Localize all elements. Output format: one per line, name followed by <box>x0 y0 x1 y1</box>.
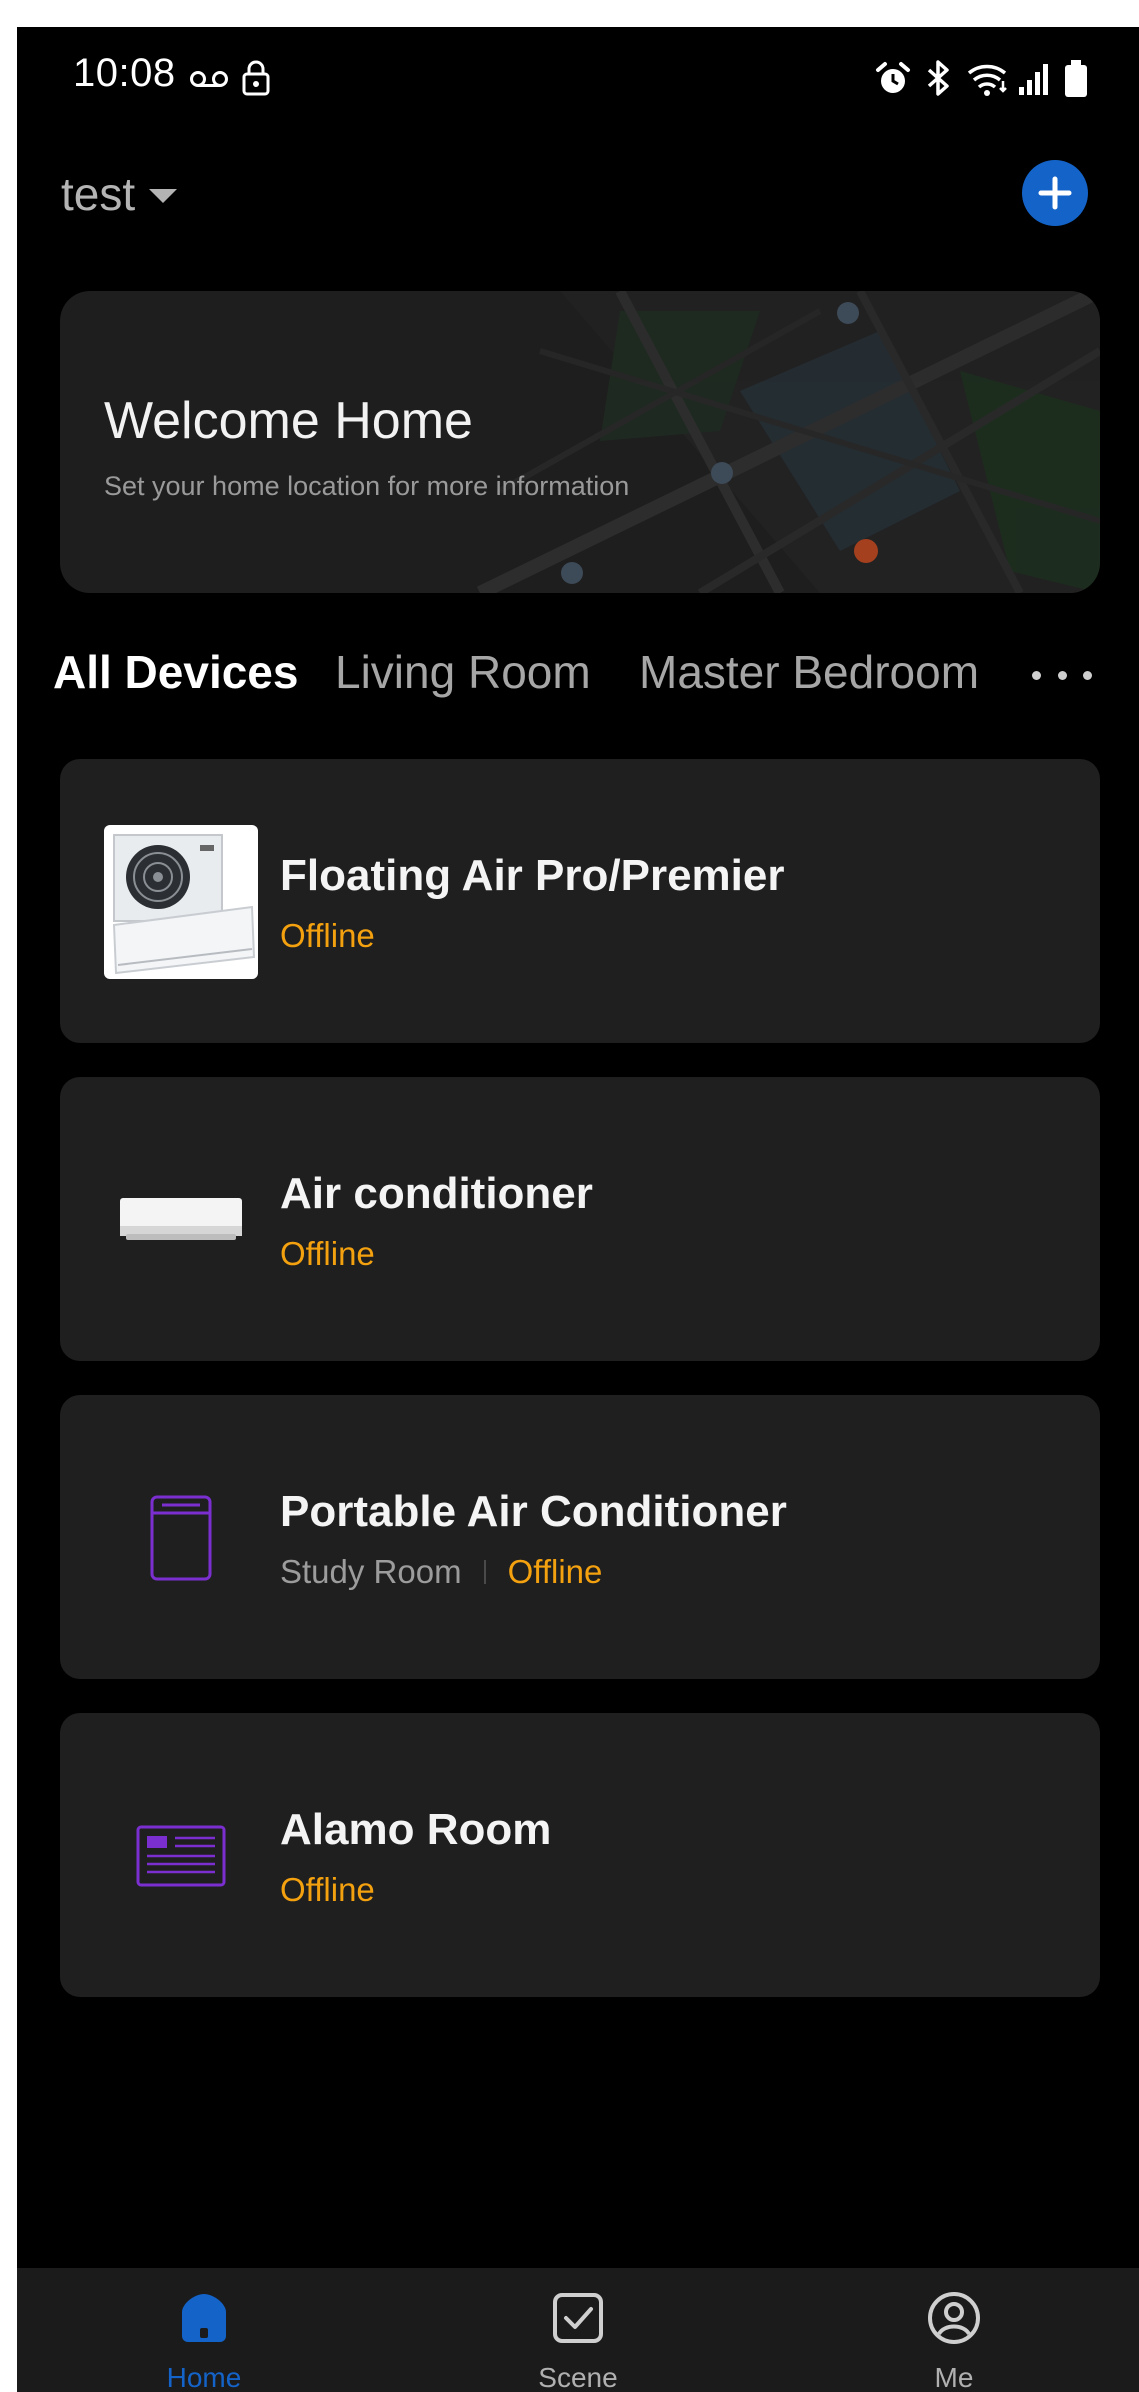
portable-ac-icon <box>104 1461 258 1615</box>
tab-living-room[interactable]: Living Room <box>335 645 591 699</box>
plus-icon <box>1038 176 1072 210</box>
app-screen: 10:08 test Welcome Home Set your home lo… <box>17 27 1139 2392</box>
device-name: Alamo Room <box>280 1805 552 1854</box>
bluetooth-icon <box>927 60 949 96</box>
nav-label-home: Home <box>166 2362 242 2392</box>
device-status: Offline <box>280 917 375 954</box>
device-meta: Offline <box>280 1871 375 1909</box>
bottom-nav: Home Scene Me <box>17 2268 1139 2392</box>
device-card-alamo-room[interactable]: Alamo Room Offline <box>60 1713 1100 1997</box>
wifi-icon <box>967 64 1007 96</box>
tab-master-bedroom[interactable]: Master Bedroom <box>639 645 979 699</box>
tab-all-devices[interactable]: All Devices <box>53 645 298 699</box>
signal-icon <box>1019 64 1048 95</box>
welcome-subtitle: Set your home location for more informat… <box>104 471 630 501</box>
device-status: Offline <box>280 1235 375 1272</box>
device-name: Floating Air Pro/Premier <box>280 851 785 900</box>
checkbox-icon <box>553 2293 603 2343</box>
panel-unit-icon <box>104 1779 258 1933</box>
user-icon <box>928 2292 980 2344</box>
status-time: 10:08 <box>73 51 176 95</box>
nav-me[interactable]: Me <box>854 2268 1054 2392</box>
wall-ac-icon <box>104 1143 258 1297</box>
device-card-floating-air[interactable]: Floating Air Pro/Premier Offline <box>60 759 1100 1043</box>
welcome-card[interactable]: Welcome Home Set your home location for … <box>60 291 1100 593</box>
welcome-title: Welcome Home <box>104 392 473 450</box>
more-rooms-icon[interactable] <box>1032 665 1092 685</box>
nav-home[interactable]: Home <box>104 2268 304 2392</box>
device-meta: Offline <box>280 917 375 955</box>
status-bar: 10:08 <box>17 27 1139 127</box>
device-meta: Offline <box>280 1235 375 1273</box>
nav-scene[interactable]: Scene <box>478 2268 678 2392</box>
device-status: Offline <box>507 1553 603 1590</box>
meta-divider <box>483 1560 486 1584</box>
device-name: Portable Air Conditioner <box>280 1487 787 1536</box>
caret-down-icon <box>149 189 178 203</box>
device-card-air-conditioner[interactable]: Air conditioner Offline <box>60 1077 1100 1361</box>
device-name: Air conditioner <box>280 1169 593 1218</box>
split-ac-product-image <box>104 825 258 979</box>
nav-label-me: Me <box>934 2362 974 2392</box>
home-icon <box>182 2294 226 2342</box>
nav-label-scene: Scene <box>538 2362 618 2392</box>
home-selector[interactable]: test <box>61 167 178 221</box>
add-device-button[interactable] <box>1022 160 1088 226</box>
device-status: Offline <box>280 1871 375 1908</box>
home-name: test <box>61 168 136 220</box>
device-meta: Study Room Offline <box>280 1553 602 1591</box>
device-card-portable-ac[interactable]: Portable Air Conditioner Study Room Offl… <box>60 1395 1100 1679</box>
voicemail-icon <box>190 71 228 87</box>
room-tabs: All Devices Living Room Master Bedroom <box>17 635 1139 715</box>
lock-icon <box>242 60 270 96</box>
device-room: Study Room <box>280 1553 462 1590</box>
battery-icon <box>1065 60 1087 97</box>
alarm-icon <box>876 62 910 93</box>
